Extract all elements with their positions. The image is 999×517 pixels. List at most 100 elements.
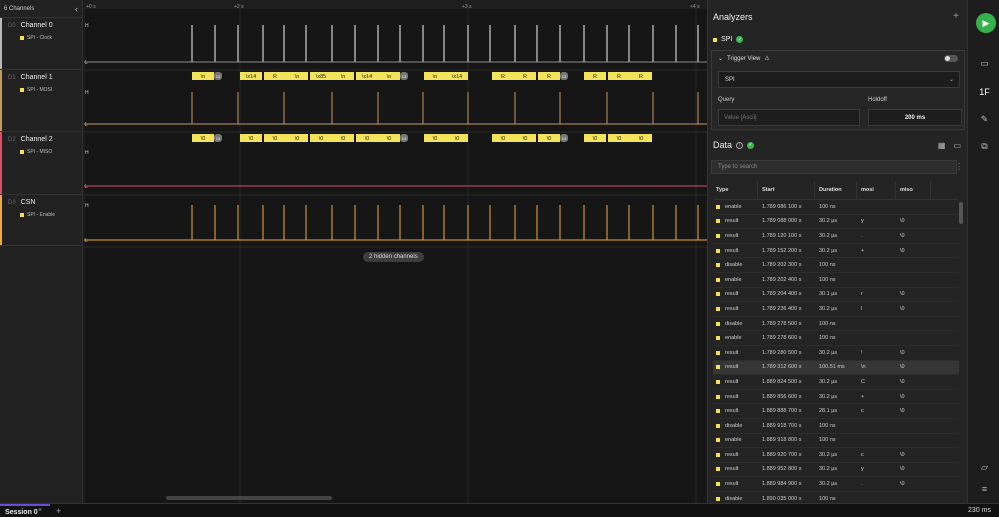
right-sidebar: ▶ ▭ 1F ✎ ⧉ ▱ ≡ (967, 0, 999, 503)
horizontal-scrollbar[interactable] (166, 496, 332, 500)
table-row[interactable]: result 1.889 920 700 s 30.2 µs c \0 (713, 448, 959, 463)
measure-icon[interactable]: ✎ (977, 112, 992, 127)
table-row[interactable]: disable 1.889 918 700 s 100 ns (713, 419, 959, 434)
column-header-start[interactable]: Start (758, 181, 815, 199)
table-row[interactable]: result 1.789 152 200 s 30.2 µs + \0 (713, 244, 959, 259)
cell-miso: \0 (900, 481, 905, 488)
cell-start: 1.789 278 500 s (762, 320, 802, 327)
menu-icon[interactable]: ≡ (977, 481, 992, 496)
waveform-view[interactable]: +0 s +2 s +3 s +4 s H L H L H L H L \n \x14 R \n \x85 \n \… (84, 0, 708, 503)
analyzer-icon[interactable]: 1F (977, 84, 992, 99)
extensions-icon[interactable]: ⧉ (977, 139, 992, 154)
channel-index: D2 (8, 136, 16, 143)
cell-duration: 100 ns (819, 422, 836, 429)
table-row[interactable]: disable 1.890 035 000 s 100 ns (713, 492, 959, 503)
table-scrollbar[interactable] (959, 202, 963, 224)
query-input[interactable]: Value [Ascii] (718, 109, 860, 126)
channel-count: 6 Channels (4, 5, 35, 12)
table-row[interactable]: result 1.889 952 800 s 30.2 µs y \0 (713, 463, 959, 478)
chevron-left-icon[interactable]: ‹ (75, 4, 78, 14)
analyzers-title: Analyzers (713, 12, 753, 22)
channel-3-label[interactable]: D3 CSN SPI - Enable (0, 195, 83, 246)
cell-duration: 30.2 µs (819, 247, 838, 254)
table-row[interactable]: result 1.889 888 700 s 28.1 µs c \0 (713, 404, 959, 419)
cell-type: result (713, 408, 758, 414)
data-search-input[interactable]: Type to search (711, 160, 957, 174)
column-header-duration[interactable]: Duration (815, 181, 857, 199)
trigger-view-label: Trigger View (727, 55, 761, 62)
channel-analyzer-tag: SPI - MOSI (20, 87, 83, 93)
table-row[interactable]: enable 1.789 278 600 s 100 ns (713, 331, 959, 346)
more-options-icon[interactable]: ⋮ (955, 162, 963, 171)
cell-type-text: result (725, 218, 739, 225)
trigger-view-section: ⌄ Trigger View ⚠ SPI ⌄ Query Holdoff Val… (711, 50, 965, 130)
channel-name-row: D2 Channel 2 (8, 136, 83, 143)
cell-type-text: disable (725, 320, 743, 327)
table-icon[interactable]: ▦ (938, 141, 946, 150)
close-icon[interactable]: × (38, 507, 42, 514)
table-row[interactable]: result 1.789 204 400 s 30.1 µs r \0 (713, 288, 959, 303)
device-icon[interactable]: ▭ (977, 56, 992, 71)
column-header-mosi[interactable]: mosi (857, 181, 896, 199)
analyzers-panel: Analyzers + SPI ✓ ⌄ Trigger View ⚠ SPI ⌄… (707, 0, 967, 503)
table-row[interactable]: result 1.789 120 100 s 30.2 µs . \0 (713, 229, 959, 244)
miso-frame-badge-label: 13 (562, 136, 567, 141)
miso-frame-label: \0 (433, 136, 438, 142)
miso-frame-label: \0 (455, 136, 460, 142)
cell-start: 1.789 204 400 s (762, 291, 802, 298)
cell-type-text: result (725, 291, 739, 298)
table-row[interactable]: result 1.789 280 500 s 30.2 µs ! \0 (713, 346, 959, 361)
table-row[interactable]: enable 1.789 086 100 s 100 ns (713, 200, 959, 215)
table-row[interactable]: enable 1.889 918 800 s 100 ns (713, 434, 959, 449)
spi-analyzer-item[interactable]: SPI ✓ (713, 36, 744, 43)
row-color-marker (716, 482, 720, 487)
cell-type: enable (713, 277, 758, 283)
cell-type: result (713, 248, 758, 254)
trigger-analyzer-select[interactable]: SPI ⌄ (718, 71, 960, 88)
mosi-frame-badge-label: 13 (402, 74, 407, 79)
holdoff-input[interactable]: 200 ms (868, 109, 962, 126)
cell-miso: \0 (900, 247, 905, 254)
cell-mosi: C (861, 378, 865, 385)
trigger-view-toggle[interactable] (944, 55, 958, 62)
column-header-miso[interactable]: miso (896, 181, 931, 199)
info-icon[interactable]: i (736, 141, 744, 149)
cell-mosi: y (861, 466, 864, 473)
cell-miso: \0 (900, 291, 905, 298)
channel-analyzer-tag: SPI - Enable (20, 212, 83, 218)
trigger-view-header[interactable]: ⌄ Trigger View ⚠ (718, 55, 770, 63)
cell-start: 1.889 984 900 s (762, 481, 802, 488)
cell-miso: \0 (900, 218, 905, 225)
row-color-marker (716, 204, 720, 209)
session-tab[interactable]: Session 0 (0, 504, 50, 517)
table-row[interactable]: result 1.889 984 900 s 30.2 µs . \0 (713, 477, 959, 492)
table-row[interactable]: disable 1.789 278 500 s 100 ns (713, 317, 959, 332)
cell-start: 1.789 088 000 s (762, 218, 802, 225)
table-row[interactable]: result 1.789 236 400 s 30.2 µs l \0 (713, 302, 959, 317)
table-row[interactable]: result 1.889 824 500 s 30.2 µs C \0 (713, 375, 959, 390)
mosi-frame-label: \n (341, 74, 346, 80)
cell-duration: 100 ns (819, 262, 836, 269)
channel-0-label[interactable]: D0 Channel 0 SPI - Clock (0, 18, 83, 70)
table-row[interactable]: result 1.889 856 600 s 30.2 µs + \0 (713, 390, 959, 405)
cell-type-text: enable (725, 437, 742, 444)
hidden-channels-button[interactable]: 2 hidden channels (363, 252, 424, 262)
cell-miso: \0 (900, 408, 905, 415)
cell-duration: 100 ns (819, 335, 836, 342)
chat-icon[interactable]: ▱ (977, 460, 992, 475)
cell-mosi: c (861, 451, 864, 458)
add-session-icon[interactable]: + (56, 506, 61, 516)
table-row[interactable]: result 1.789 088 000 s 30.2 µs y \0 (713, 215, 959, 230)
terminal-icon[interactable]: ▭ (953, 141, 961, 150)
cell-type: disable (713, 262, 758, 268)
table-row[interactable]: enable 1.789 202 400 s 100 ns (713, 273, 959, 288)
channel-1-label[interactable]: D1 Channel 1 SPI - MOSI (0, 70, 83, 132)
plus-icon[interactable]: + (953, 11, 959, 22)
column-header-type[interactable]: Type (713, 181, 758, 199)
cell-start: 1.889 888 700 s (762, 408, 802, 415)
cell-type-text: result (725, 378, 739, 385)
channel-2-label[interactable]: D2 Channel 2 SPI - MISO (0, 132, 83, 195)
table-row[interactable]: disable 1.789 202 300 s 100 ns (713, 258, 959, 273)
table-row[interactable]: result 1.789 312 600 s 100.51 ms \n \0 (713, 360, 959, 376)
play-icon[interactable]: ▶ (976, 13, 996, 33)
